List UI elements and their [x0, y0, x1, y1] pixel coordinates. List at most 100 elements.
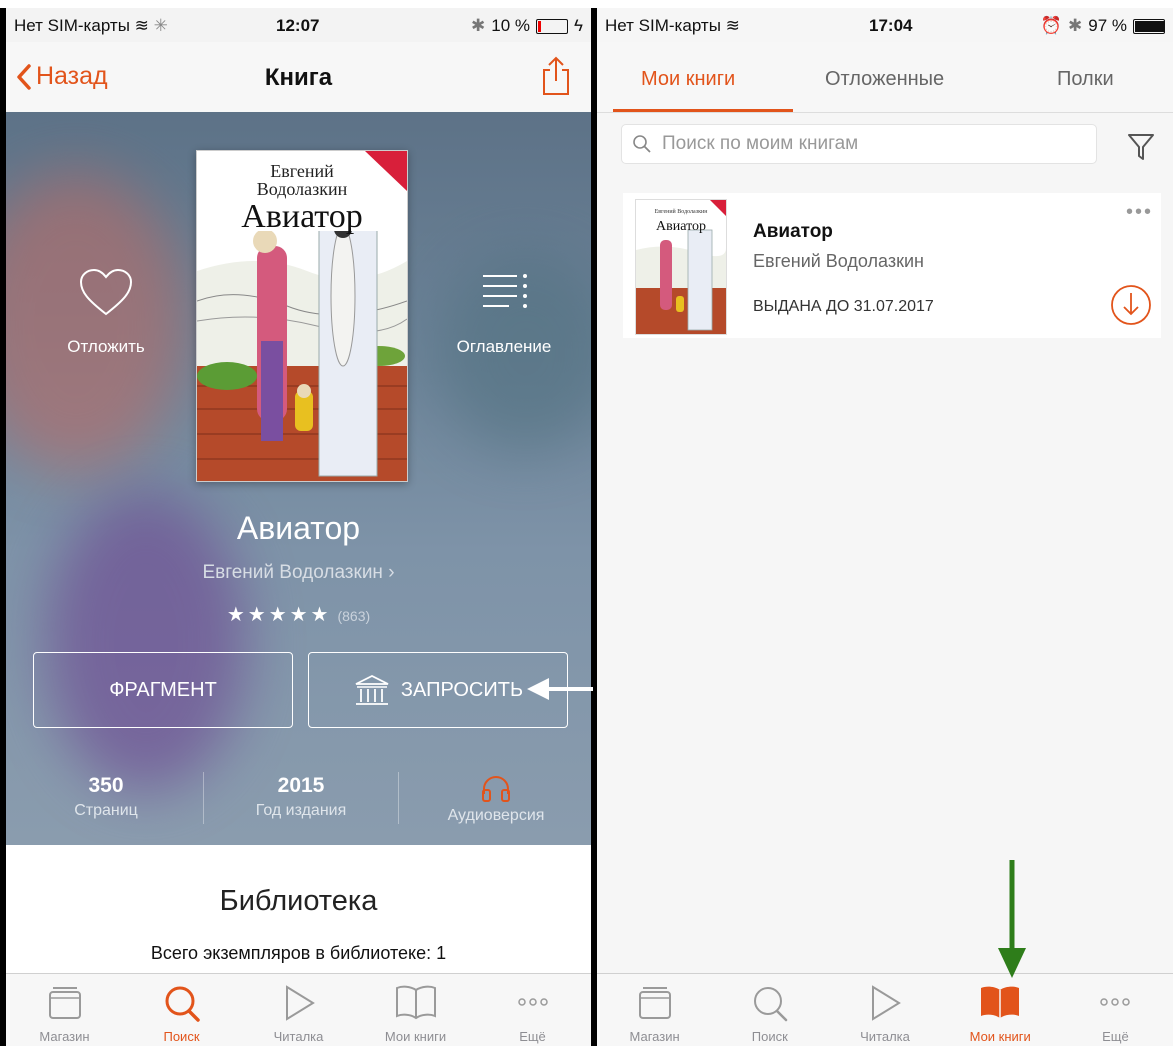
toc-button[interactable]: Оглавление	[434, 268, 574, 357]
page-title: Книга	[264, 64, 333, 91]
tab-search-label: Поиск	[751, 1029, 788, 1044]
nav-bar: Назад Книга	[6, 42, 591, 113]
tab-more[interactable]: Ещё	[1058, 974, 1173, 1046]
book-hero: Отложить Оглавление Евгений Водолазкин А…	[6, 112, 591, 845]
divider	[203, 772, 204, 824]
defer-button[interactable]: Отложить	[36, 268, 176, 357]
tab-more-label: Ещё	[519, 1029, 546, 1044]
book-detail-screen: Нет SIM-карты ≋ ✳ 12:07 ✱ 10 % ϟ Назад К…	[6, 8, 591, 1046]
thumb-illustration: Евгений Водолазкин Авиатор	[636, 200, 726, 334]
tab-shelves-segment[interactable]: Полки	[1057, 68, 1114, 91]
tab-search-label: Поиск	[163, 1029, 200, 1044]
item-author: Евгений Водолазкин	[753, 251, 924, 271]
battery-icon	[536, 18, 568, 34]
list-item[interactable]: Евгений Водолазкин Авиатор Авиатор Евген…	[623, 193, 1161, 338]
tab-reader-label: Читалка	[273, 1029, 324, 1044]
library-copies: Всего экземпляров в библиотеке: 1	[150, 943, 447, 963]
defer-label: Отложить	[67, 337, 145, 356]
search-icon	[753, 987, 788, 1022]
library-icon	[355, 674, 389, 705]
audio-label: Аудиоверсия	[447, 807, 545, 824]
book-cover[interactable]: Евгений Водолазкин Авиатор	[196, 150, 408, 482]
pages-label: Страниц	[74, 802, 138, 819]
search-icon	[165, 986, 200, 1022]
tab-store-label: Магазин	[629, 1029, 680, 1044]
more-options-icon[interactable]: •••	[1126, 201, 1153, 224]
more-icon	[1100, 998, 1131, 1006]
tab-deferred-segment[interactable]: Отложенные	[825, 68, 944, 91]
list-icon	[483, 274, 527, 308]
tab-mybooks-segment[interactable]: Мои книги	[641, 68, 735, 91]
search-placeholder: Поиск по моим книгам	[662, 133, 859, 154]
tab-reader[interactable]: Читалка	[240, 974, 357, 1046]
play-icon	[872, 985, 901, 1021]
tab-store[interactable]: Магазин	[597, 974, 712, 1046]
fragment-button[interactable]: ФРАГМЕНТ	[33, 652, 293, 728]
star-icons: ★★★★★	[226, 604, 332, 626]
author-name: Евгений Водолазкин	[202, 562, 383, 583]
clock: 12:07	[276, 16, 320, 35]
book-thumbnail: Евгений Водолазкин Авиатор	[635, 199, 727, 335]
carrier-label: Нет SIM-карты ≋ ✳	[14, 16, 168, 35]
cover-title: Авиатор	[241, 198, 362, 235]
tab-store-label: Магазин	[39, 1029, 90, 1044]
tab-reader[interactable]: Читалка	[827, 974, 942, 1046]
tab-search[interactable]: Поиск	[712, 974, 827, 1046]
book-icon	[981, 986, 1020, 1018]
status-bar: Нет SIM-карты ≋ 17:04 ⏰ ✱ 97 %	[597, 8, 1173, 42]
filter-icon[interactable]	[1127, 132, 1155, 167]
toc-label: Оглавление	[456, 337, 552, 356]
store-icon	[638, 987, 671, 1019]
annotation-arrow-right	[998, 860, 1026, 978]
tab-more-label: Ещё	[1102, 1029, 1129, 1044]
due-date: ВЫДАНА ДО 31.07.2017	[753, 298, 934, 315]
share-icon[interactable]	[541, 56, 571, 101]
top-strip	[0, 0, 1173, 8]
request-label: ЗАПРОСИТЬ	[400, 678, 524, 701]
status-right: ⏰ ✱ 97 %	[1041, 16, 1165, 36]
divider	[398, 772, 399, 824]
status-bar: Нет SIM-карты ≋ ✳ 12:07 ✱ 10 % ϟ	[6, 8, 591, 42]
tab-more[interactable]: Ещё	[474, 974, 591, 1046]
heart-icon	[79, 268, 133, 316]
more-icon	[517, 998, 548, 1006]
alarm-icon: ⏰	[1040, 16, 1062, 35]
cover-author-1: Евгений	[270, 161, 334, 181]
tab-bar: Магазин Поиск Читалка Мои книги Ещё	[597, 973, 1173, 1046]
fragment-label: ФРАГМЕНТ	[109, 678, 217, 701]
pages-stat: 350 Страниц	[16, 774, 196, 820]
rating: ★★★★★ (863)	[6, 602, 591, 627]
download-icon[interactable]	[1109, 283, 1153, 332]
play-icon	[285, 985, 315, 1021]
headphones-icon	[482, 776, 510, 802]
library-section: Библиотека Всего экземпляров в библиотек…	[6, 845, 591, 975]
carrier-label: Нет SIM-карты ≋	[605, 16, 740, 35]
battery-percent: 10 %	[491, 16, 530, 35]
chevron-right-icon: ›	[388, 562, 395, 583]
annotation-arrow-left	[527, 678, 593, 700]
segment-bar: Мои книги Отложенные Полки	[597, 42, 1173, 113]
tab-bar: Магазин Поиск Читалка Мои книги Ещё	[6, 973, 591, 1046]
tab-search[interactable]: Поиск	[123, 974, 240, 1046]
bluetooth-icon: ✱	[1068, 16, 1083, 35]
book-icon	[395, 985, 436, 1020]
search-icon	[633, 135, 651, 153]
library-heading: Библиотека	[219, 885, 378, 917]
wifi-icon: ≋	[725, 16, 740, 35]
status-right: ✱ 10 % ϟ	[471, 16, 583, 36]
battery-icon	[1133, 18, 1165, 34]
author-link[interactable]: Евгений Водолазкин ›	[6, 562, 591, 584]
search-input[interactable]: Поиск по моим книгам	[621, 124, 1097, 164]
audio-stat[interactable]: Аудиоверсия	[406, 774, 586, 825]
book-title: Авиатор	[236, 510, 361, 546]
cover-author-2: Водолазкин	[257, 179, 348, 199]
battery-percent: 97 %	[1088, 16, 1127, 35]
wifi-icon: ≋	[134, 16, 149, 35]
tab-mybooks[interactable]: Мои книги	[357, 974, 474, 1046]
tab-store[interactable]: Магазин	[6, 974, 123, 1046]
activity-icon: ✳	[153, 16, 168, 35]
bluetooth-icon: ✱	[471, 16, 486, 35]
my-books-screen: Нет SIM-карты ≋ 17:04 ⏰ ✱ 97 % Мои книги…	[597, 8, 1173, 1046]
thumb-author: Евгений Водолазкин	[655, 208, 709, 215]
tab-mybooks[interactable]: Мои книги	[943, 974, 1058, 1046]
